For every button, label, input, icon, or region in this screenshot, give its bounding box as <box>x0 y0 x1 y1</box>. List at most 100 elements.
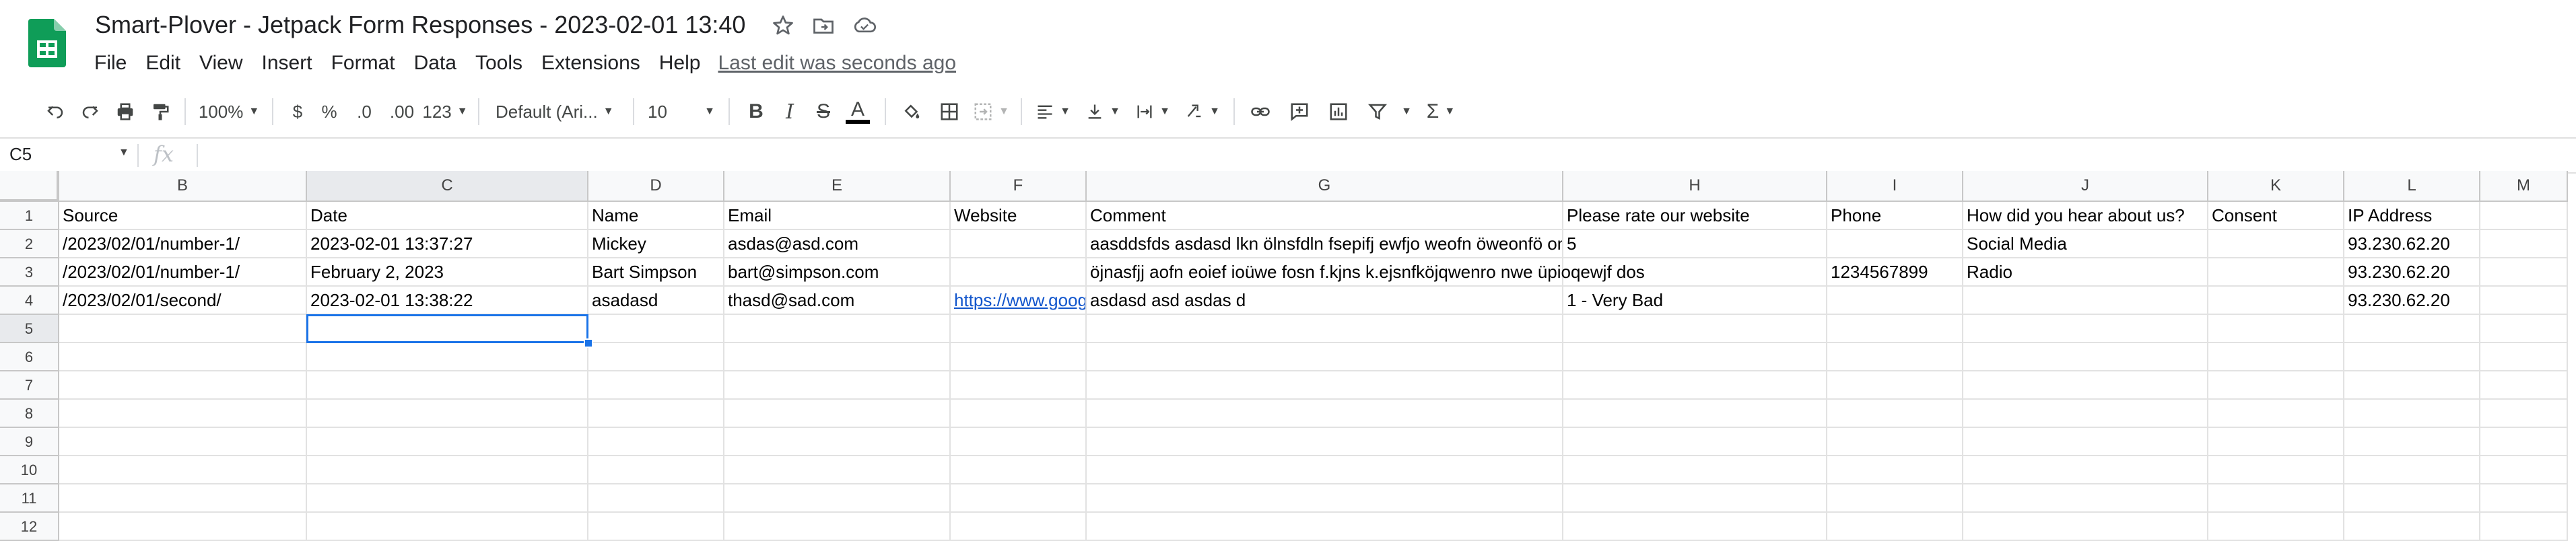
cell-l11[interactable] <box>2344 484 2480 513</box>
cell-j12[interactable] <box>1963 513 2208 541</box>
cell-g4[interactable]: asdasd asd asdas d <box>1087 287 1563 315</box>
vertical-align-icon[interactable]: ▼ <box>1081 97 1124 127</box>
filter-icon[interactable] <box>1361 97 1394 127</box>
row-header-3[interactable]: 3 <box>0 258 59 287</box>
cell-k9[interactable] <box>2208 428 2344 456</box>
cell-d6[interactable] <box>588 343 724 371</box>
cell-b5[interactable] <box>59 315 307 343</box>
menu-tools[interactable]: Tools <box>466 50 532 77</box>
functions-button[interactable]: Σ ▼ <box>1419 97 1462 127</box>
cell-i3[interactable]: 1234567899 <box>1827 258 1963 287</box>
cell-i6[interactable] <box>1827 343 1963 371</box>
cell-i11[interactable] <box>1827 484 1963 513</box>
cell-g2[interactable]: aasddsfds asdasd lkn ölnsfdln fsepifj ew… <box>1087 230 1563 258</box>
cell-f7[interactable] <box>951 371 1087 400</box>
cell-b6[interactable] <box>59 343 307 371</box>
cloud-saved-icon[interactable] <box>852 13 877 38</box>
cell-m3[interactable] <box>2480 258 2568 287</box>
cell-e5[interactable] <box>724 315 951 343</box>
fill-handle[interactable] <box>584 338 593 348</box>
cell-h4[interactable]: 1 - Very Bad <box>1563 287 1827 315</box>
borders-icon[interactable] <box>933 97 965 127</box>
cell-k4[interactable] <box>2208 287 2344 315</box>
cell-k8[interactable] <box>2208 400 2344 428</box>
cell-f4[interactable]: https://www.goog <box>951 287 1087 315</box>
cell-e2[interactable]: asdas@asd.com <box>724 230 951 258</box>
cell-f9[interactable] <box>951 428 1087 456</box>
cell-k11[interactable] <box>2208 484 2344 513</box>
row-header-12[interactable]: 12 <box>0 513 59 541</box>
column-header-h[interactable]: H <box>1563 171 1827 202</box>
print-icon[interactable] <box>110 97 140 127</box>
cell-g11[interactable] <box>1087 484 1563 513</box>
row-header-9[interactable]: 9 <box>0 428 59 456</box>
cell-g3[interactable]: öjnasfjj aofn eoief ioüwe fosn f.kjns k.… <box>1087 258 1645 287</box>
row-header-2[interactable]: 2 <box>0 230 59 258</box>
cell-m8[interactable] <box>2480 400 2568 428</box>
formula-input[interactable] <box>209 144 2498 167</box>
cell-c9[interactable] <box>307 428 588 456</box>
cell-g8[interactable] <box>1087 400 1563 428</box>
cell-f5[interactable] <box>951 315 1087 343</box>
cell-h8[interactable] <box>1563 400 1827 428</box>
cell-e12[interactable] <box>724 513 951 541</box>
cell-g5[interactable] <box>1087 315 1563 343</box>
cell-c6[interactable] <box>307 343 588 371</box>
cell-j9[interactable] <box>1963 428 2208 456</box>
row-header-10[interactable]: 10 <box>0 456 59 484</box>
cell-d12[interactable] <box>588 513 724 541</box>
cell-f10[interactable] <box>951 456 1087 484</box>
cell-m1[interactable] <box>2480 202 2568 230</box>
cell-i1[interactable]: Phone <box>1827 202 1963 230</box>
menu-file[interactable]: File <box>94 50 136 77</box>
cell-m2[interactable] <box>2480 230 2568 258</box>
cell-i2[interactable] <box>1827 230 1963 258</box>
cell-l12[interactable] <box>2344 513 2480 541</box>
column-header-d[interactable]: D <box>588 171 724 202</box>
menu-data[interactable]: Data <box>405 50 466 77</box>
cell-k10[interactable] <box>2208 456 2344 484</box>
cell-c3[interactable]: February 2, 2023 <box>307 258 588 287</box>
cell-i10[interactable] <box>1827 456 1963 484</box>
cell-m4[interactable] <box>2480 287 2568 315</box>
cell-f2[interactable] <box>951 230 1087 258</box>
cell-l10[interactable] <box>2344 456 2480 484</box>
cell-e3[interactable]: bart@simpson.com <box>724 258 951 287</box>
column-header-b[interactable]: B <box>59 171 307 202</box>
cell-d9[interactable] <box>588 428 724 456</box>
cell-b8[interactable] <box>59 400 307 428</box>
paint-format-icon[interactable] <box>145 97 175 127</box>
row-header-4[interactable]: 4 <box>0 287 59 315</box>
cell-e7[interactable] <box>724 371 951 400</box>
cell-h5[interactable] <box>1563 315 1827 343</box>
chevron-down-icon[interactable]: ▼ <box>118 147 129 159</box>
cell-h2[interactable]: 5 <box>1563 230 1827 258</box>
cell-k1[interactable]: Consent <box>2208 202 2344 230</box>
last-edit-link[interactable]: Last edit was seconds ago <box>718 50 956 77</box>
cell-j2[interactable]: Social Media <box>1963 230 2208 258</box>
cell-f12[interactable] <box>951 513 1087 541</box>
cell-b10[interactable] <box>59 456 307 484</box>
cell-k5[interactable] <box>2208 315 2344 343</box>
menu-edit[interactable]: Edit <box>136 50 190 77</box>
cell-g1[interactable]: Comment <box>1087 202 1563 230</box>
cell-k7[interactable] <box>2208 371 2344 400</box>
cell-k2[interactable] <box>2208 230 2344 258</box>
horizontal-align-icon[interactable]: ▼ <box>1031 97 1075 127</box>
cell-l6[interactable] <box>2344 343 2480 371</box>
cell-m10[interactable] <box>2480 456 2568 484</box>
cell-c11[interactable] <box>307 484 588 513</box>
cell-i8[interactable] <box>1827 400 1963 428</box>
insert-comment-icon[interactable] <box>1283 97 1316 127</box>
cell-j6[interactable] <box>1963 343 2208 371</box>
column-header-l[interactable]: L <box>2344 171 2480 202</box>
merge-cells-icon[interactable]: ▼ <box>971 97 1011 127</box>
cell-m11[interactable] <box>2480 484 2568 513</box>
row-header-5[interactable]: 5 <box>0 315 59 343</box>
cell-i4[interactable] <box>1827 287 1963 315</box>
cell-j1[interactable]: How did you hear about us? <box>1963 202 2208 230</box>
row-header-11[interactable]: 11 <box>0 484 59 513</box>
website-link[interactable]: https://www.goog <box>954 290 1085 310</box>
cell-f6[interactable] <box>951 343 1087 371</box>
cell-l3[interactable]: 93.230.62.20 <box>2344 258 2480 287</box>
